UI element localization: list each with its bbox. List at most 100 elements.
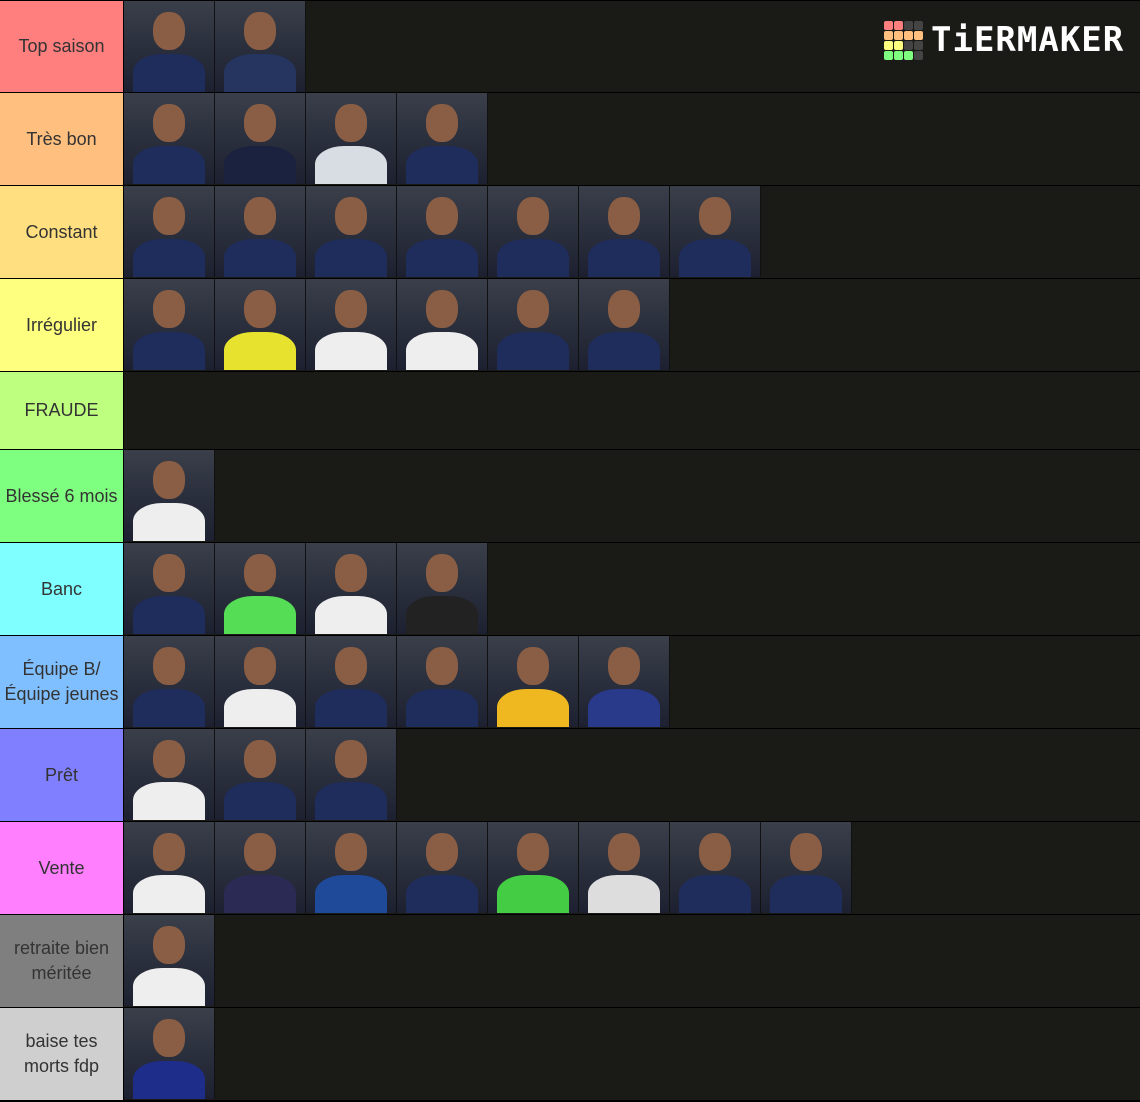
player-image[interactable] bbox=[488, 822, 579, 913]
tier-label[interactable]: FRAUDE bbox=[0, 372, 124, 449]
player-head bbox=[698, 832, 732, 872]
tier-label[interactable]: Top saison bbox=[0, 1, 124, 92]
player-jersey bbox=[588, 688, 660, 727]
player-image[interactable] bbox=[306, 729, 397, 820]
logo-grid-icon bbox=[884, 20, 923, 60]
player-jersey bbox=[224, 595, 296, 634]
logo-grid-cell bbox=[894, 40, 903, 50]
player-image[interactable] bbox=[215, 1, 306, 92]
player-image[interactable] bbox=[124, 636, 215, 727]
player-head bbox=[425, 103, 459, 143]
tier-label[interactable]: Équipe B/ Équipe jeunes bbox=[0, 636, 124, 728]
player-image[interactable] bbox=[761, 822, 852, 913]
logo-grid-cell bbox=[884, 20, 893, 30]
player-head bbox=[698, 196, 732, 236]
tier-items bbox=[124, 822, 852, 914]
player-image[interactable] bbox=[124, 450, 215, 541]
player-head bbox=[152, 103, 186, 143]
player-jersey bbox=[133, 1060, 205, 1099]
tier-label[interactable]: retraite bien méritée bbox=[0, 915, 124, 1007]
logo-grid-cell bbox=[914, 30, 923, 40]
player-jersey bbox=[315, 145, 387, 184]
player-head bbox=[152, 832, 186, 872]
player-jersey bbox=[224, 331, 296, 370]
player-image[interactable] bbox=[215, 822, 306, 913]
tier-items bbox=[124, 279, 670, 371]
tier-label[interactable]: Constant bbox=[0, 186, 124, 278]
tier-items bbox=[124, 450, 215, 542]
player-head bbox=[243, 289, 277, 329]
tier-label[interactable]: Irrégulier bbox=[0, 279, 124, 371]
tier-label[interactable]: Blessé 6 mois bbox=[0, 450, 124, 542]
player-jersey bbox=[497, 688, 569, 727]
player-image[interactable] bbox=[215, 186, 306, 277]
player-jersey bbox=[315, 688, 387, 727]
player-image[interactable] bbox=[306, 93, 397, 184]
logo-grid-cell bbox=[904, 50, 913, 60]
player-image[interactable] bbox=[670, 186, 761, 277]
player-image[interactable] bbox=[579, 636, 670, 727]
player-jersey bbox=[133, 781, 205, 820]
player-image[interactable] bbox=[488, 186, 579, 277]
player-image[interactable] bbox=[124, 1008, 215, 1099]
player-head bbox=[425, 646, 459, 686]
player-image[interactable] bbox=[215, 93, 306, 184]
player-jersey bbox=[315, 331, 387, 370]
player-image[interactable] bbox=[124, 1, 215, 92]
player-image[interactable] bbox=[306, 636, 397, 727]
player-head bbox=[516, 646, 550, 686]
tier-label[interactable]: Prêt bbox=[0, 729, 124, 821]
player-image[interactable] bbox=[397, 93, 488, 184]
tier-label[interactable]: Très bon bbox=[0, 93, 124, 185]
player-head bbox=[243, 646, 277, 686]
player-image[interactable] bbox=[124, 915, 215, 1006]
tier-label[interactable]: Banc bbox=[0, 543, 124, 635]
tier-row: FRAUDE bbox=[0, 372, 1140, 450]
tier-label[interactable]: baise tes morts fdp bbox=[0, 1008, 124, 1100]
player-image[interactable] bbox=[124, 729, 215, 820]
player-head bbox=[516, 196, 550, 236]
player-jersey bbox=[406, 238, 478, 277]
tier-items bbox=[124, 915, 215, 1007]
player-image[interactable] bbox=[124, 279, 215, 370]
tier-label[interactable]: Vente bbox=[0, 822, 124, 914]
player-head bbox=[152, 739, 186, 779]
player-image[interactable] bbox=[579, 822, 670, 913]
logo-grid-cell bbox=[884, 40, 893, 50]
player-jersey bbox=[224, 874, 296, 913]
player-image[interactable] bbox=[124, 93, 215, 184]
player-image[interactable] bbox=[215, 729, 306, 820]
player-head bbox=[243, 739, 277, 779]
player-head bbox=[334, 832, 368, 872]
player-head bbox=[243, 196, 277, 236]
player-image[interactable] bbox=[670, 822, 761, 913]
player-image[interactable] bbox=[488, 636, 579, 727]
player-image[interactable] bbox=[306, 822, 397, 913]
player-image[interactable] bbox=[306, 279, 397, 370]
logo-grid-cell bbox=[904, 40, 913, 50]
player-image[interactable] bbox=[124, 543, 215, 634]
player-jersey bbox=[133, 238, 205, 277]
player-image[interactable] bbox=[124, 186, 215, 277]
tier-items bbox=[124, 1, 306, 92]
player-jersey bbox=[133, 502, 205, 541]
player-image[interactable] bbox=[215, 279, 306, 370]
player-image[interactable] bbox=[579, 186, 670, 277]
player-jersey bbox=[588, 331, 660, 370]
player-image[interactable] bbox=[397, 543, 488, 634]
player-image[interactable] bbox=[488, 279, 579, 370]
player-image[interactable] bbox=[397, 822, 488, 913]
player-image[interactable] bbox=[397, 279, 488, 370]
player-jersey bbox=[406, 688, 478, 727]
player-image[interactable] bbox=[397, 636, 488, 727]
player-image[interactable] bbox=[124, 822, 215, 913]
player-image[interactable] bbox=[306, 543, 397, 634]
tier-row: Irrégulier bbox=[0, 279, 1140, 372]
player-image[interactable] bbox=[215, 543, 306, 634]
player-jersey bbox=[133, 145, 205, 184]
player-image[interactable] bbox=[397, 186, 488, 277]
player-image[interactable] bbox=[579, 279, 670, 370]
player-head bbox=[334, 289, 368, 329]
player-image[interactable] bbox=[215, 636, 306, 727]
player-image[interactable] bbox=[306, 186, 397, 277]
